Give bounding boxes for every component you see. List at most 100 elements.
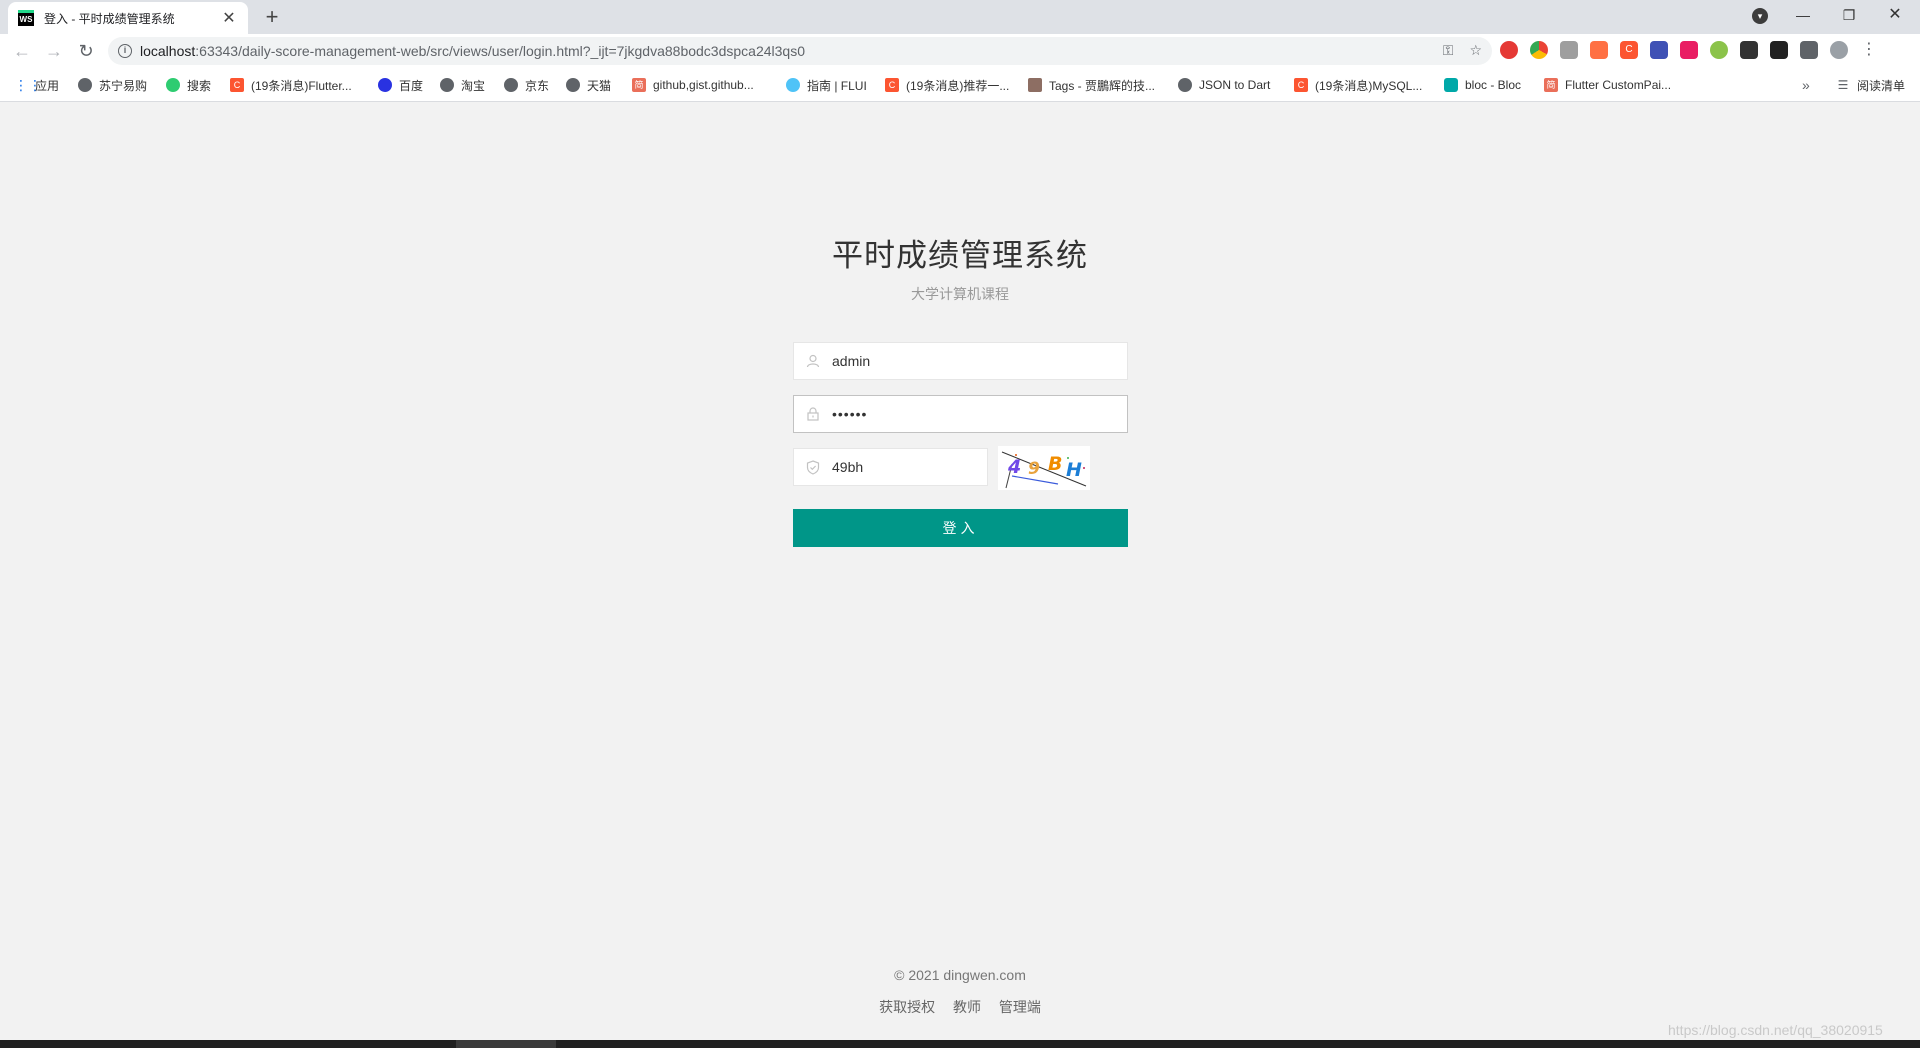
jianshu-icon: 简 [632, 78, 646, 92]
bookmark-label: JSON to Dart [1199, 78, 1271, 92]
tags-icon [1028, 78, 1042, 92]
back-arrow-icon[interactable]: ← [10, 39, 34, 63]
bookmark-item[interactable]: C (19条消息)Flutter... [230, 76, 352, 94]
login-button[interactable]: 登入 [793, 509, 1128, 547]
captcha-char-3: B [1048, 453, 1062, 475]
apps-icon: ⋮⋮ [14, 77, 42, 93]
url-host: localhost [140, 43, 196, 59]
bookmarks-bar: ☰ 阅读清单 » ⋮⋮ 应用 苏宁易购 搜索 C (19条消息)Flutter... 百度 淘… [0, 68, 1920, 102]
extension-vue-icon[interactable] [1560, 41, 1578, 59]
bookmark-label: Flutter CustomPai... [1565, 78, 1672, 92]
taskbar-item[interactable] [456, 1040, 556, 1048]
bookmark-label: Tags - 贾鵬辉的技... [1049, 78, 1156, 93]
extension-green-icon[interactable] [1710, 41, 1728, 59]
key-icon[interactable]: ⚿ [1443, 42, 1454, 59]
reading-list-label: 阅读清单 [1857, 78, 1906, 93]
bookmark-item[interactable]: 搜索 [166, 76, 211, 94]
bookmark-item[interactable]: 百度 [378, 76, 423, 94]
bookmark-label: 搜索 [187, 78, 212, 93]
restore-icon[interactable]: ❐ [1826, 0, 1872, 30]
bookmark-label: 淘宝 [461, 78, 486, 93]
bookmark-item[interactable]: 淘宝 [440, 76, 485, 94]
bookmark-label: 百度 [399, 78, 424, 93]
bookmark-item[interactable]: C (19条消息)推荐一... [885, 76, 1009, 94]
extension-red-icon[interactable] [1500, 41, 1518, 59]
jianshu-icon: 简 [1544, 78, 1558, 92]
captcha-image[interactable]: 4 9 B H [998, 446, 1090, 490]
footer-link-authorize[interactable]: 获取授权 [879, 999, 935, 1015]
browser-toolbar: ← → ↻ i localhost:63343/daily-score-mana… [0, 34, 1920, 68]
bookmark-label: 苏宁易购 [99, 78, 148, 93]
extension-csdn-icon[interactable]: C [1620, 41, 1638, 59]
extension-chrome-icon[interactable] [1530, 41, 1548, 59]
extension-calendar-icon[interactable] [1650, 41, 1668, 59]
username-input[interactable] [832, 343, 1127, 379]
csdn-icon: C [885, 78, 899, 92]
bookmarks-overflow-icon[interactable]: » [1802, 76, 1810, 94]
bookmark-item[interactable]: bloc - Bloc [1444, 76, 1521, 94]
bookmark-item[interactable]: C (19条消息)MySQL... [1294, 76, 1422, 94]
extensions-puzzle-icon[interactable] [1800, 41, 1818, 59]
webstorm-favicon-icon: WS [18, 10, 34, 26]
extension-qrcode-icon[interactable] [1740, 41, 1758, 59]
site-info-icon[interactable]: i [118, 44, 132, 58]
password-field[interactable]: •••••• [793, 395, 1128, 433]
username-field[interactable] [793, 342, 1128, 380]
reading-list-button[interactable]: ☰ 阅读清单 [1836, 76, 1905, 94]
lock-icon [794, 396, 832, 432]
bookmark-item[interactable]: ⋮⋮ 应用 [14, 76, 59, 94]
bookmark-item[interactable]: JSON to Dart [1178, 76, 1270, 94]
browser-chrome: WS 登入 - 平时成绩管理系统 ✕ + ▾ — ❐ ✕ ← → ↻ i loc… [0, 0, 1920, 102]
footer-links: 获取授权 教师 管理端 [0, 997, 1920, 1017]
user-icon [794, 343, 832, 379]
bookmark-item[interactable]: 苏宁易购 [78, 76, 147, 94]
bookmark-label: (19条消息)推荐一... [906, 78, 1010, 93]
password-input[interactable]: •••••• [832, 396, 1127, 432]
bookmark-star-icon[interactable]: ☆ [1469, 42, 1482, 59]
bookmark-item[interactable]: 简 github,gist.github... [632, 76, 754, 94]
footer-link-admin[interactable]: 管理端 [999, 999, 1041, 1015]
reading-list-icon: ☰ [1837, 78, 1849, 92]
globe-icon [566, 78, 580, 92]
tab-close-icon[interactable]: ✕ [220, 8, 238, 28]
footer-link-teacher[interactable]: 教师 [953, 999, 981, 1015]
globe-icon [78, 78, 92, 92]
extension-dark-icon[interactable] [1770, 41, 1788, 59]
globe-icon [1178, 78, 1192, 92]
tab-strip: WS 登入 - 平时成绩管理系统 ✕ + ▾ — ❐ ✕ [0, 0, 1920, 34]
minimize-icon[interactable]: — [1780, 0, 1826, 30]
page-subtitle: 大学计算机课程 [911, 286, 1009, 302]
bookmark-item[interactable]: 京东 [504, 76, 549, 94]
window-close-icon[interactable]: ✕ [1872, 0, 1918, 30]
forward-arrow-icon[interactable]: → [42, 39, 66, 63]
tab-search-icon[interactable]: ▾ [1752, 8, 1768, 24]
bookmark-label: 京东 [525, 78, 550, 93]
profile-avatar-icon[interactable] [1830, 41, 1848, 59]
extension-pink-icon[interactable] [1680, 41, 1698, 59]
browser-tab[interactable]: WS 登入 - 平时成绩管理系统 ✕ [8, 2, 248, 34]
bookmark-item[interactable]: 简 Flutter CustomPai... [1544, 76, 1671, 94]
globe-icon [440, 78, 454, 92]
page-title: 平时成绩管理系统 [832, 238, 1088, 273]
bookmark-item[interactable]: Tags - 贾鵬辉的技... [1028, 76, 1155, 94]
chrome-menu-icon[interactable]: ⋮ [1860, 41, 1878, 59]
bookmark-label: (19条消息)Flutter... [251, 78, 352, 93]
extension-tree-icon[interactable] [1590, 41, 1608, 59]
new-tab-plus-icon[interactable]: + [258, 4, 286, 32]
captcha-input[interactable] [832, 449, 1017, 485]
tab-title: 登入 - 平时成绩管理系统 [44, 11, 175, 26]
csdn-icon: C [230, 78, 244, 92]
url-path: :63343/daily-score-management-web/src/vi… [195, 43, 805, 59]
bookmark-item[interactable]: 指南 | FLUI [786, 76, 867, 94]
bookmark-label: github,gist.github... [653, 78, 754, 92]
csdn-icon: C [1294, 78, 1308, 92]
bookmark-item[interactable]: 天猫 [566, 76, 611, 94]
captcha-field[interactable] [793, 448, 1017, 486]
address-bar[interactable]: i localhost:63343/daily-score-management… [108, 37, 1492, 65]
globe-icon [504, 78, 518, 92]
url-text[interactable]: localhost:63343/daily-score-management-w… [140, 43, 805, 59]
reload-icon[interactable]: ↻ [74, 39, 98, 63]
bookmark-label: 应用 [35, 78, 60, 93]
flui-icon [786, 78, 800, 92]
bookmark-label: (19条消息)MySQL... [1315, 78, 1423, 93]
